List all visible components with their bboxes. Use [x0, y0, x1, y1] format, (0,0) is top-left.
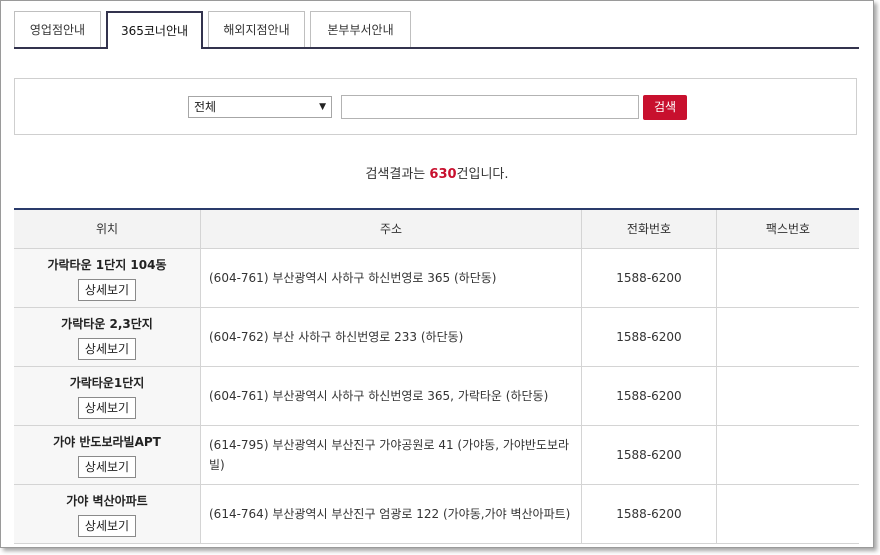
phone-cell: 1588-6200: [581, 367, 716, 425]
table-row: 가락타운 2,3단지 상세보기 (604-762) 부산 사하구 하신번영로 2…: [14, 308, 859, 367]
location-cell: 가야 벽산아파트 상세보기: [14, 485, 200, 543]
location-name: 가야 벽산아파트: [66, 493, 148, 508]
header-phone: 전화번호: [581, 210, 716, 248]
result-count: 630: [429, 167, 457, 182]
result-summary: 검색결과는 630건입니다.: [1, 163, 873, 182]
detail-button[interactable]: 상세보기: [77, 514, 137, 537]
table-row: 가락타운1단지 상세보기 (604-761) 부산광역시 사하구 하신번영로 3…: [14, 367, 859, 426]
location-cell: 가야 반도보라빌APT 상세보기: [14, 426, 200, 484]
address-cell: (604-761) 부산광역시 사하구 하신번영로 365, 가락타운 (하단동…: [200, 367, 581, 425]
phone-cell: 1588-6200: [581, 485, 716, 543]
phone-cell: 1588-6200: [581, 308, 716, 366]
address-cell: (614-795) 부산광역시 부산진구 가야공원로 41 (가야동, 가야반도…: [200, 426, 581, 484]
fax-cell: [716, 308, 859, 366]
tab-overseas-branch-info[interactable]: 해외지점안내: [208, 11, 305, 47]
table-header: 위치 주소 전화번호 팩스번호: [14, 210, 859, 249]
tab-branch-info[interactable]: 영업점안내: [14, 11, 101, 47]
phone-cell: 1588-6200: [581, 426, 716, 484]
address-cell: (604-761) 부산광역시 사하구 하신번영로 365 (하단동): [200, 249, 581, 307]
fax-cell: [716, 426, 859, 484]
region-select-value: 전체: [194, 100, 217, 114]
location-name: 가락타운 2,3단지: [61, 316, 153, 331]
location-cell: 가락타운 2,3단지 상세보기: [14, 308, 200, 366]
search-input[interactable]: [341, 95, 639, 119]
chevron-down-icon: ▼: [319, 102, 326, 112]
address-cell: (604-762) 부산 사하구 하신번영로 233 (하단동): [200, 308, 581, 366]
tab-hq-department-info[interactable]: 본부부서안내: [310, 11, 411, 47]
result-suffix: 건입니다.: [456, 167, 509, 182]
location-name: 가락타운 1단지 104동: [47, 257, 167, 272]
tab-bar: 영업점안내 365코너안내 해외지점안내 본부부서안내: [14, 11, 859, 49]
page-frame: 영업점안내 365코너안내 해외지점안내 본부부서안내 전체 ▼ 검색 검색결과…: [0, 0, 874, 548]
fax-cell: [716, 485, 859, 543]
location-name: 가야 반도보라빌APT: [53, 434, 161, 449]
fax-cell: [716, 367, 859, 425]
corner-table: 위치 주소 전화번호 팩스번호 가락타운 1단지 104동 상세보기 (604-…: [14, 208, 859, 544]
tab-365-corner-info[interactable]: 365코너안내: [106, 11, 203, 49]
search-panel: 전체 ▼ 검색: [14, 78, 857, 135]
header-fax: 팩스번호: [716, 210, 859, 248]
search-button[interactable]: 검색: [643, 95, 687, 120]
detail-button[interactable]: 상세보기: [77, 455, 137, 478]
detail-button[interactable]: 상세보기: [77, 337, 137, 360]
table-row: 가락타운 1단지 104동 상세보기 (604-761) 부산광역시 사하구 하…: [14, 249, 859, 308]
header-location: 위치: [95, 222, 119, 236]
location-name: 가락타운1단지: [69, 375, 145, 390]
region-select[interactable]: 전체 ▼: [188, 96, 332, 118]
header-address: 주소: [200, 210, 581, 248]
detail-button[interactable]: 상세보기: [77, 396, 137, 419]
table-row: 가야 반도보라빌APT 상세보기 (614-795) 부산광역시 부산진구 가야…: [14, 426, 859, 485]
fax-cell: [716, 249, 859, 307]
address-cell: (614-764) 부산광역시 부산진구 엄광로 122 (가야동,가야 벽산아…: [200, 485, 581, 543]
location-cell: 가락타운 1단지 104동 상세보기: [14, 249, 200, 307]
location-cell: 가락타운1단지 상세보기: [14, 367, 200, 425]
detail-button[interactable]: 상세보기: [77, 278, 137, 301]
phone-cell: 1588-6200: [581, 249, 716, 307]
result-prefix: 검색결과는: [365, 167, 430, 182]
table-row: 가야 벽산아파트 상세보기 (614-764) 부산광역시 부산진구 엄광로 1…: [14, 485, 859, 544]
